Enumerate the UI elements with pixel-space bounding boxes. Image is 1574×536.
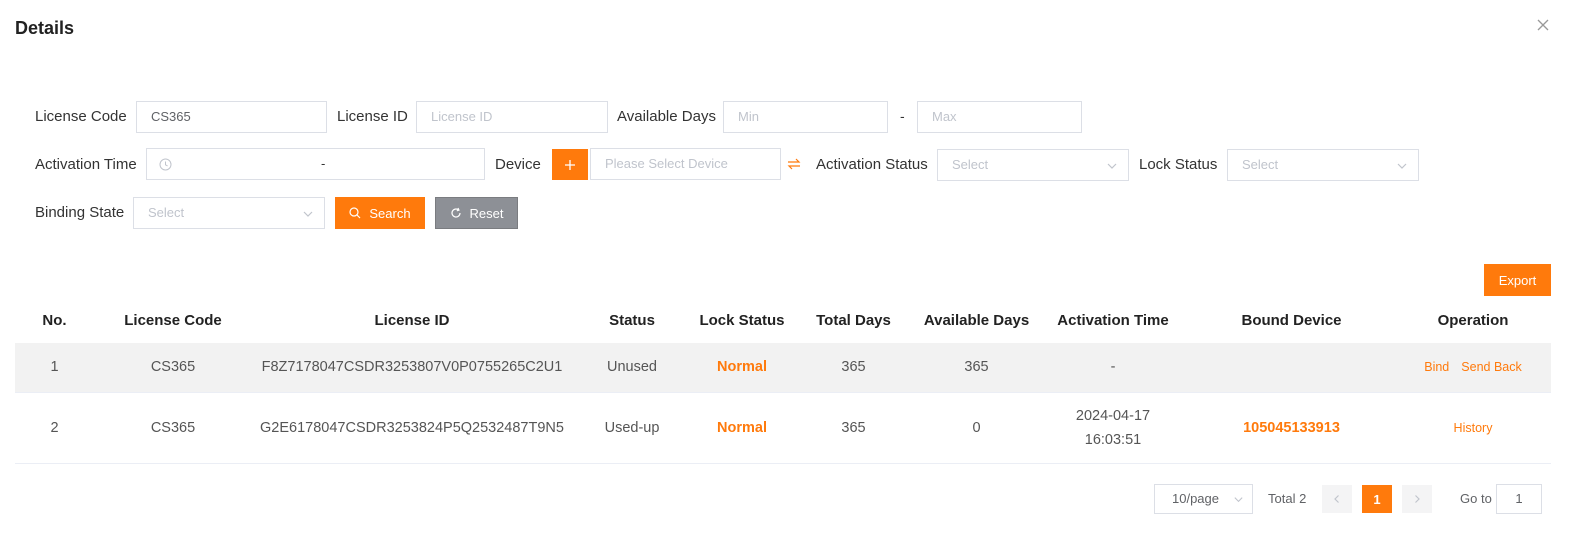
table-row: 2 CS365 G2E6178047CSDR3253824P5Q2532487T…	[15, 392, 1551, 464]
table-row: 1 CS365 F8Z7178047CSDR3253807V0P0755265C…	[15, 343, 1551, 393]
lock-status-label: Lock Status	[1139, 156, 1218, 173]
refresh-icon	[450, 207, 461, 218]
available-days-label: Available Days	[617, 108, 716, 125]
binding-state-label: Binding State	[35, 204, 125, 221]
chevron-down-icon	[1397, 163, 1407, 169]
range-separator: -	[900, 108, 905, 124]
page-number-button[interactable]: 1	[1362, 485, 1392, 513]
filter-form: License Code CS365 License ID License ID…	[0, 0, 1574, 240]
swap-icon[interactable]	[787, 157, 801, 171]
column-header: Operation	[1437, 311, 1509, 329]
cell-no: 1	[15, 343, 94, 393]
available-days-max-input[interactable]: Max	[917, 101, 1082, 133]
activation-time-range-picker[interactable]: -	[146, 148, 485, 180]
column-header: Activation Time	[1057, 311, 1169, 329]
cell-operation: Bind Send Back	[1395, 343, 1551, 393]
cell-total-days: 365	[792, 392, 915, 464]
prev-page-button[interactable]	[1322, 485, 1352, 513]
export-button[interactable]: Export	[1484, 264, 1551, 296]
device-input[interactable]: Please Select Device	[590, 148, 781, 180]
cell-license-id: F8Z7178047CSDR3253807V0P0755265C2U1	[252, 343, 572, 393]
column-header: Lock Status	[699, 311, 785, 329]
cell-lock-status: Normal	[692, 392, 792, 464]
pagination-total: Total 2	[1268, 491, 1307, 506]
chevron-down-icon	[303, 211, 313, 217]
next-page-button[interactable]	[1402, 485, 1432, 513]
lock-status-select[interactable]: Select	[1227, 149, 1419, 181]
column-header: License Code	[124, 311, 222, 329]
license-id-label: License ID	[337, 108, 408, 125]
column-header: Status	[609, 311, 655, 329]
cell-license-code: CS365	[94, 392, 252, 464]
page-size-value: 10/page	[1172, 491, 1219, 506]
cell-no: 2	[15, 392, 94, 464]
binding-state-select[interactable]: Select	[133, 197, 325, 229]
table-header-row: No. License Code License ID Status Lock …	[15, 297, 1551, 343]
goto-page-input[interactable]: 1	[1496, 484, 1542, 514]
cell-bound-device	[1188, 343, 1395, 393]
license-code-label: License Code	[35, 108, 127, 125]
column-header: No.	[42, 311, 67, 329]
chevron-down-icon	[1234, 497, 1243, 503]
column-header: Total Days	[816, 311, 891, 329]
cell-license-id: G2E6178047CSDR3253824P5Q2532487T9N5	[252, 392, 572, 464]
cell-available-days: 365	[915, 343, 1038, 393]
cell-operation: History	[1395, 392, 1551, 464]
page-size-select[interactable]: 10/page	[1154, 484, 1253, 514]
bind-link[interactable]: Bind	[1424, 360, 1449, 374]
activation-status-select[interactable]: Select	[937, 149, 1129, 181]
column-header: Bound Device	[1241, 311, 1342, 329]
search-button[interactable]: Search	[335, 197, 425, 229]
send-back-link[interactable]: Send Back	[1461, 360, 1521, 374]
activation-date: -	[1110, 359, 1116, 376]
cell-bound-device: 105045133913	[1188, 392, 1395, 464]
column-header: License ID	[374, 311, 450, 329]
chevron-left-icon	[1334, 495, 1339, 503]
chevron-down-icon	[1107, 163, 1117, 169]
clock-icon	[159, 158, 172, 171]
column-header: Available Days	[923, 311, 1030, 329]
bound-device-link[interactable]: 105045133913	[1243, 420, 1340, 436]
lock-status-placeholder: Select	[1242, 157, 1279, 172]
available-days-min-input[interactable]: Min	[723, 101, 888, 133]
cell-status: Unused	[572, 343, 692, 393]
license-id-input[interactable]: License ID	[416, 101, 608, 133]
activation-time-label: Activation Time	[35, 156, 137, 173]
reset-button[interactable]: Reset	[435, 197, 518, 229]
cell-license-code: CS365	[94, 343, 252, 393]
cell-lock-status: Normal	[692, 343, 792, 393]
activation-date: 2024-04-17	[1075, 407, 1151, 424]
history-link[interactable]: History	[1454, 421, 1493, 435]
binding-state-placeholder: Select	[148, 205, 185, 220]
cell-total-days: 365	[792, 343, 915, 393]
goto-label: Go to	[1460, 491, 1492, 506]
cell-activation-time: -	[1038, 343, 1188, 393]
add-device-button[interactable]	[552, 149, 588, 180]
search-button-label: Search	[369, 205, 411, 221]
cell-status: Used-up	[572, 392, 692, 464]
device-label: Device	[495, 156, 541, 173]
export-button-label: Export	[1498, 272, 1537, 288]
cell-activation-time: 2024-04-17 16:03:51	[1038, 392, 1188, 464]
plus-icon	[565, 159, 575, 170]
search-icon	[349, 207, 361, 219]
license-table: No. License Code License ID Status Lock …	[15, 297, 1551, 464]
activation-clock: 16:03:51	[1084, 431, 1142, 448]
activation-status-label: Activation Status	[816, 156, 928, 173]
reset-button-label: Reset	[469, 205, 504, 221]
activation-status-placeholder: Select	[952, 157, 989, 172]
cell-available-days: 0	[915, 392, 1038, 464]
license-code-input[interactable]: CS365	[136, 101, 327, 133]
time-range-separator: -	[321, 156, 326, 171]
chevron-right-icon	[1415, 495, 1420, 503]
